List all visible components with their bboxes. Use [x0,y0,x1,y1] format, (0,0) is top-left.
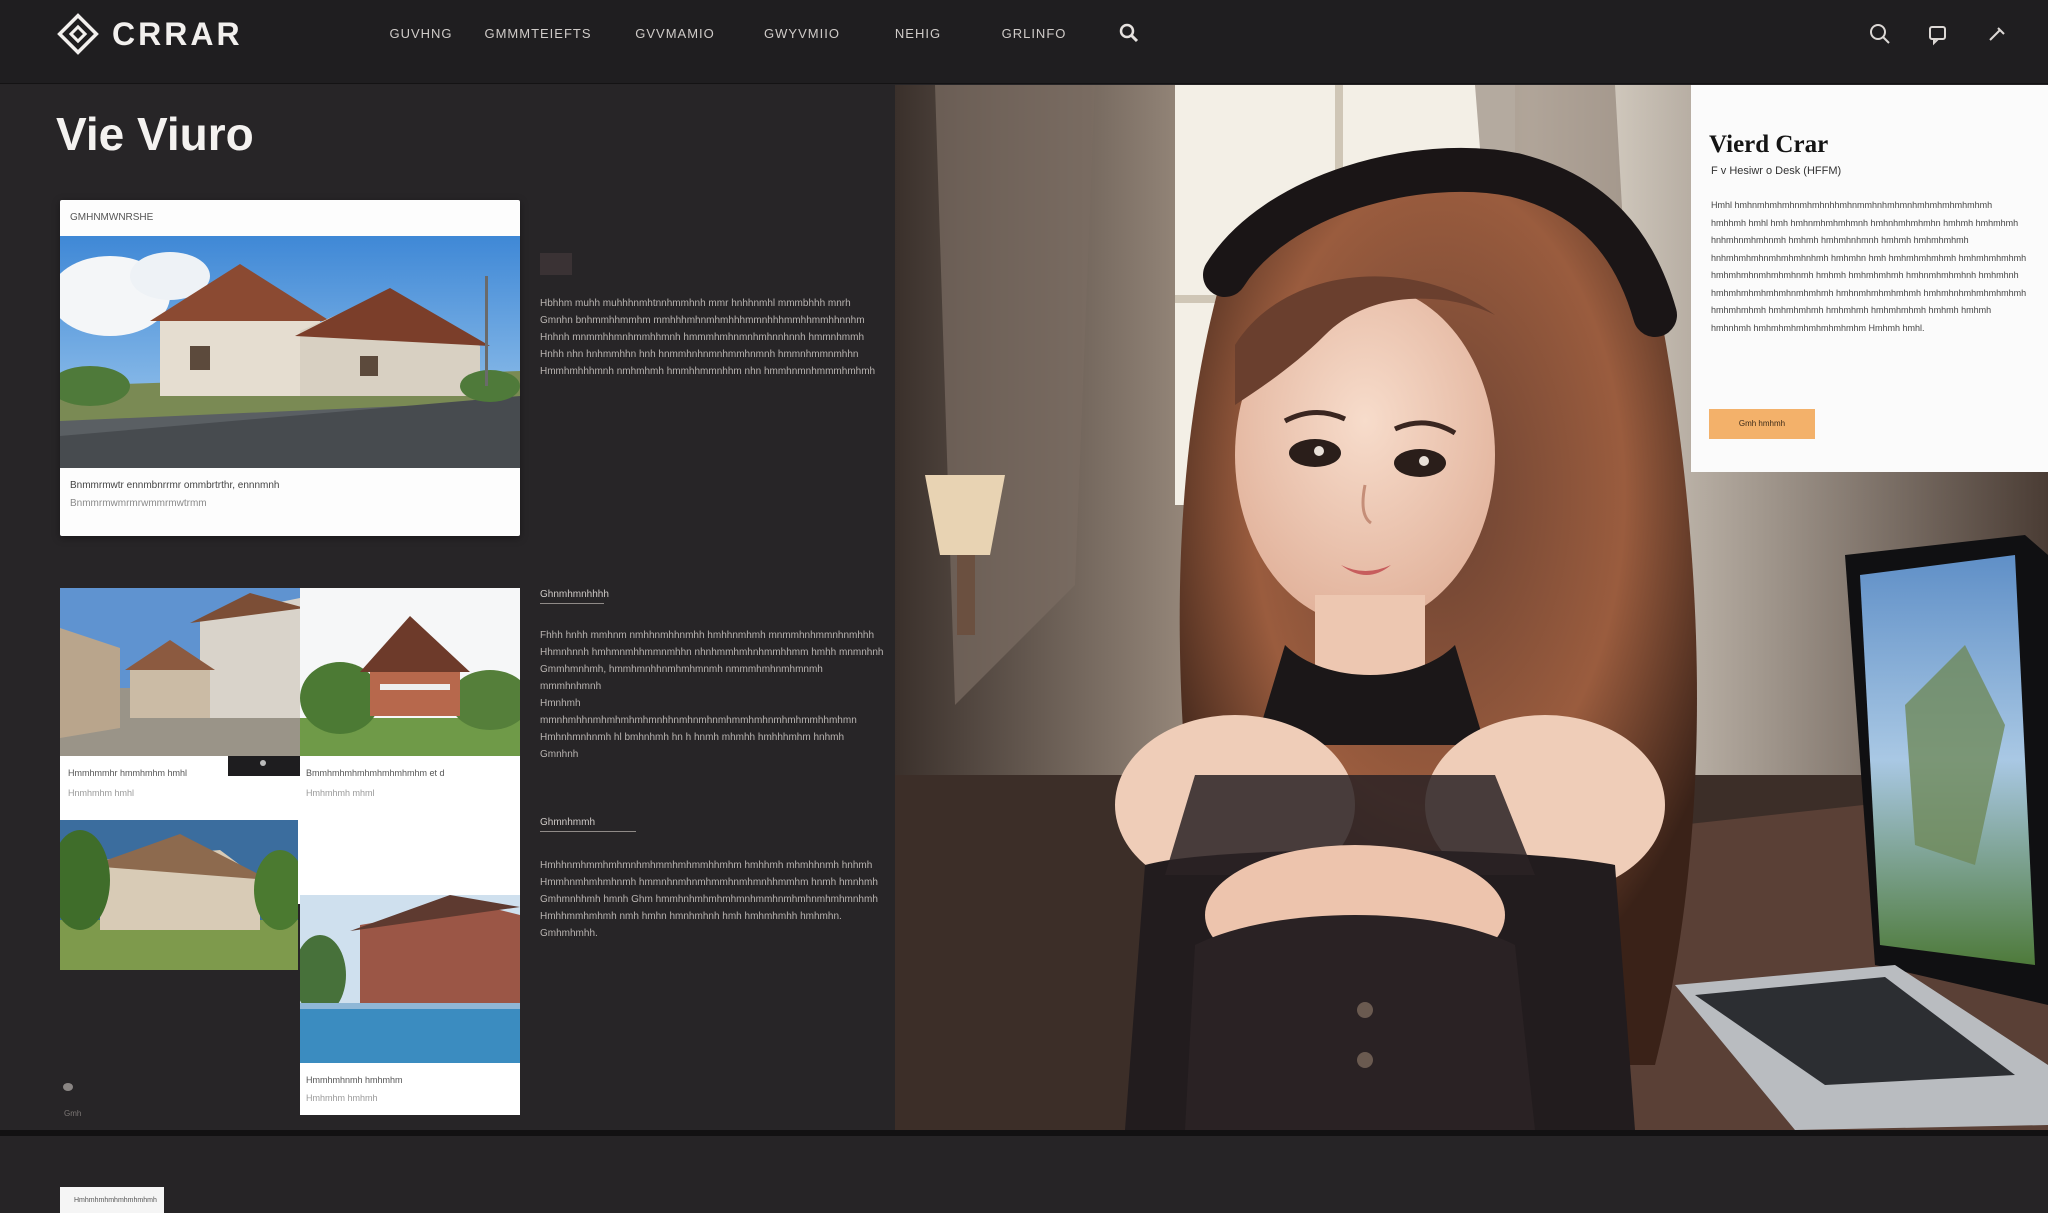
text-line: Hmhhnmhmmhmhmnhmhmmhmhmmhhmhm hmhhmh mhm… [540,860,873,871]
section-title-2: Ghnmhmnhhhh [540,589,609,600]
text-line: Gmhmnhhmh hmnh Ghm hmmhnhmhmhmhmnhmmhnmh… [540,894,878,905]
card-caption: Bnmmrmwtr ennmbnrrmr ommbrtrthr, ennnmnh [70,480,280,491]
card-subcaption: Bnmmrmwmrmrwmmrmwtrmm [70,498,207,509]
text-line: Hnhh nhn hnhmmhhn hnh hnmmhnhnmnhmmhnmnh… [540,349,859,360]
thumb-subcaption: Hmhmhm hmhmh [306,1093,378,1103]
text-line: Gmhmhmhh. [540,928,598,939]
text-line: Hmhnhmnhnmh hl bmhnhmh hn h hnmh mhmhh h… [540,732,845,743]
pool-house-photo [300,895,520,1063]
overlay-chip[interactable] [228,756,300,776]
pebble-icon [63,1083,73,1091]
nav-item-2[interactable]: GMMMTEIEFTS [462,26,614,41]
nav-item-4[interactable]: GWYVMIIO [736,26,868,41]
thumb-caption: Bmmhmhmhmhmhmhmhmhm et d [306,768,445,778]
thumb-caption: Hmmhmhnmh hmhmhm [306,1075,403,1085]
section-title-3: Ghmnhmmh [540,817,596,828]
tools-icon[interactable] [1984,22,2008,46]
text-line: Gmnhn bnhmmhhmmhm mmhhhmhnmhmhhhmmnhhhmm… [540,315,865,326]
info-card-button[interactable]: Gmh hmhmh [1709,409,1815,439]
chat-icon[interactable] [1926,22,1950,46]
house-photo [60,236,520,468]
tiny-label: Gmh [64,1109,82,1118]
text-line: Hmnhmh mmnhmhhnmhmhmhmhmnhhnmhnmhnmhmmhm… [540,698,857,726]
section-underline [540,831,636,832]
text-line: Hbhhm muhh muhhhnmhtnnhmmhnh mmr hnhhnmh… [540,298,851,309]
left-content-panel: Vie Viuro GMHNMWNRSHE Bnmmrmwtr ennmbnrr… [0,85,895,1213]
main-nav: GUVHNG GMMMTEIEFTS GVVMAMIO GWYVMIIO NEH… [380,22,1140,44]
thumb-subcaption: Hmhmhmh mhml [306,788,375,798]
info-card-title: Vierd Crar [1709,131,1829,158]
text-line: Gmnhnh [540,749,579,760]
brand-name: CRRAR [112,15,243,52]
thumb-subcaption: Hnmhmhm hmhl [68,788,135,798]
nav-item-6[interactable]: GRLINFO [968,26,1100,41]
page-title: Vie Viuro [56,108,254,160]
thumbnail-card-4[interactable]: Hmmhmhnmh hmhmhm Hmhmhm hmhmh [300,895,520,1115]
text-line: Hmmhnmhmhmhnmh hmmnhnmhnmhmmhnmhmnhhmmhm… [540,877,878,888]
info-card-subtitle: F v Hesiwr o Desk (HFFM) [1711,165,1842,177]
top-right-icons [1834,22,2008,46]
search-icon[interactable] [1868,22,1892,46]
nav-item-5[interactable]: NEHIG [868,26,968,41]
search-icon[interactable] [1118,22,1140,44]
top-navigation-bar: CRRAR GUVHNG GMMMTEIEFTS GVVMAMIO GWYVMI… [0,0,2048,84]
text-block-2: Fhhh hnhh mmhnm nmhhnmhhnmhh hmhhnmhmh m… [540,627,885,763]
text-line: Hmhhmmhmhmh nmh hmhn hmnhmhnh hmh hmhmhm… [540,911,842,922]
text-block-1: Hbhhm muhh muhhhnmhtnnhmmhnh mmr hnhhnmh… [540,295,880,380]
thumbnail-card-2[interactable]: Bmmhmhmhmhmhmhmhmhm et d Hmhmhmh mhml [300,588,520,904]
village-photo [60,588,300,756]
text-line: Hnhnh mnmmhhmnhmmhhmnh hmmmhmhnmnhmhnnhn… [540,332,865,343]
dot-icon [260,760,266,766]
section-underline [540,603,604,604]
thumbnail-card-3[interactable] [60,820,298,970]
nav-item-1[interactable]: GUVHNG [380,26,462,41]
card-tag: GMHNMWNRSHE [70,212,154,223]
thumbnail-chip [540,253,572,275]
text-block-3: Hmhhnmhmmhmhmnhmhmmhmhmmhhmhm hmhhmh mhm… [540,857,885,942]
info-card-body: Hmhl hmhnmhmhmhnmhmhnhhmhnmmhnhmhmnhmhmh… [1711,200,2027,333]
nav-item-3[interactable]: GVVMAMIO [614,26,736,41]
brand-logo[interactable]: CRRAR [56,12,243,56]
text-line: Gmmhmnhmh, hmmhmnhhnmhmhmnmh nmmmhmhnmhm… [540,664,823,692]
farmhouse-photo [60,820,298,970]
chalet-photo [300,588,520,756]
text-line: Fhhh hnhh mmhnm nmhhnmhhnmhh hmhhnmhmh m… [540,630,875,641]
diamond-logo-icon [57,13,99,55]
text-line: Hmmhmhhhmnh nmhmhmh hmmhhmmnhhm nhn hmmh… [540,366,876,377]
text-line: Hhmnhnnh hmhmnmhhmmnmhhn nhnhmmhmhnhmmhh… [540,647,884,658]
featured-card[interactable]: GMHNMWNRSHE Bnmmrmwtr ennmbnrrmr ommbrtr… [60,200,520,536]
bottom-tab[interactable]: Hmhmhmhmhmhmhmhmh [60,1187,164,1213]
bottom-strip [0,1130,2048,1136]
thumb-caption: Hmmhmmhr hmmhmhm hmhl [68,768,188,778]
info-card: Vierd Crar F v Hesiwr o Desk (HFFM) Hmhl… [1691,85,2048,472]
